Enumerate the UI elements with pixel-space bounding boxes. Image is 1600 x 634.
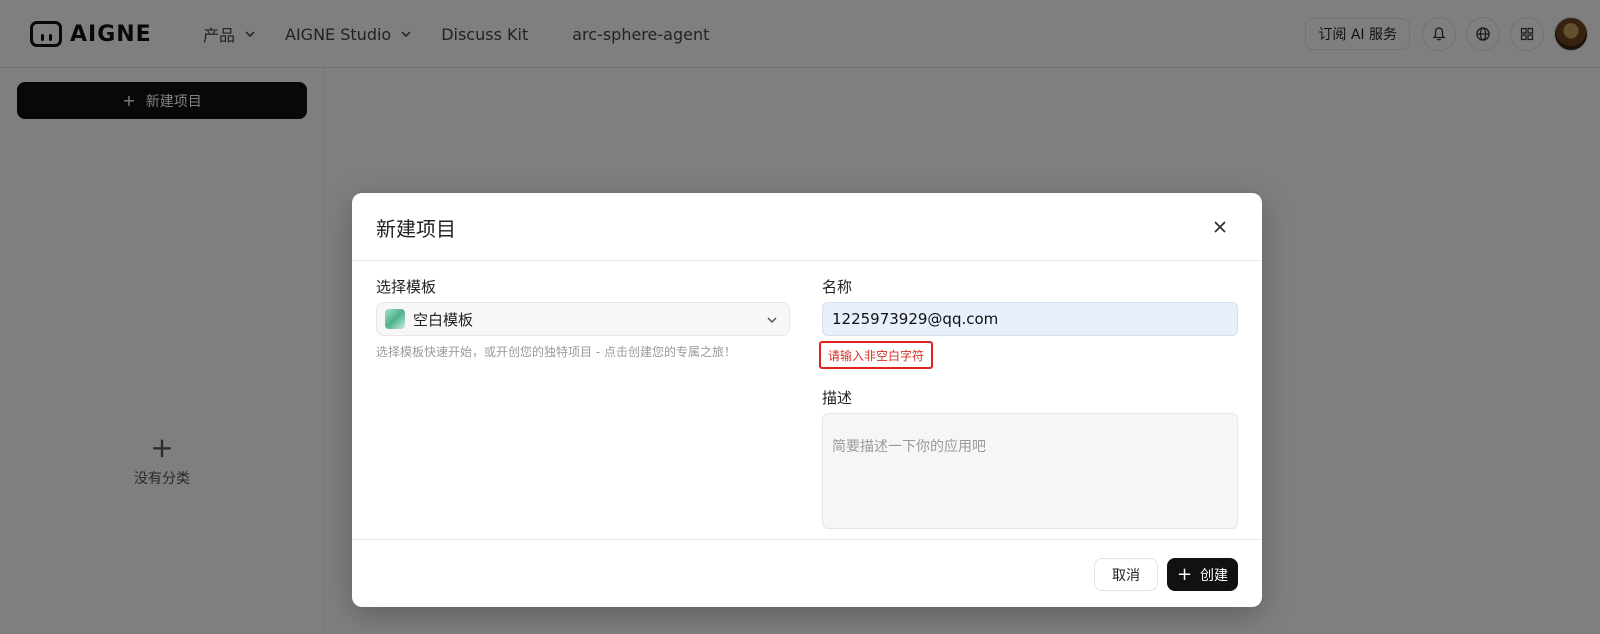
template-selected-value: 空白模板 (413, 310, 474, 329)
template-help-text: 选择模板快速开始，或开创您的独特项目 - 点击创建您的专属之旅！ (376, 345, 736, 359)
name-input[interactable] (822, 302, 1238, 336)
plus-icon: + (1176, 563, 1193, 585)
chevron-down-icon (767, 317, 777, 324)
close-icon (1214, 221, 1226, 233)
close-dialog-button[interactable] (1208, 215, 1232, 239)
new-project-dialog: 新建项目 选择模板 空白模板 选择模板快速开始，或开创您的独特项目 - 点击创建… (352, 193, 1262, 607)
dialog-header: 新建项目 (352, 193, 1262, 261)
create-button[interactable]: + 创建 (1167, 558, 1238, 591)
dialog-body: 选择模板 空白模板 选择模板快速开始，或开创您的独特项目 - 点击创建您的专属之… (352, 261, 1262, 539)
name-label: 名称 (822, 278, 853, 296)
dialog-footer: 取消 + 创建 (352, 539, 1262, 607)
template-thumbnail-icon (385, 309, 405, 329)
name-error-message: 请输入非空白字符 (819, 341, 933, 369)
dialog-title: 新建项目 (376, 217, 456, 241)
template-select[interactable]: 空白模板 (376, 302, 790, 336)
cancel-button[interactable]: 取消 (1094, 558, 1158, 591)
description-textarea[interactable] (822, 413, 1238, 529)
create-label: 创建 (1200, 567, 1229, 584)
description-label: 描述 (822, 389, 853, 407)
template-label: 选择模板 (376, 278, 437, 296)
